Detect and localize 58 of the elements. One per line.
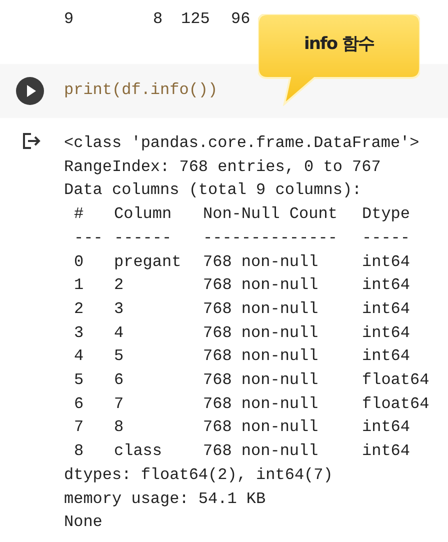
output-icon [22, 132, 42, 150]
table-cell-text: int64 [362, 346, 412, 368]
table-cell-text: 6 [74, 394, 85, 415]
output-line: memory usage: 54.1 KB [64, 488, 267, 510]
table-cell-text: 8 [153, 9, 164, 30]
table-cell-text: float64 [362, 394, 430, 415]
table-cell-text: 2 [74, 298, 85, 320]
table-cell-text: 0 [74, 252, 85, 273]
table-cell-text: 9 [64, 9, 75, 30]
table-cell-text: 7 [74, 417, 85, 438]
table-cell-text: int64 [362, 417, 412, 438]
run-icon[interactable] [16, 77, 44, 105]
table-cell-text: 768 non-null [203, 252, 320, 273]
separator-dashes: ------ [114, 228, 173, 249]
separator-dashes: --- [74, 228, 104, 249]
table-cell-text: 5 [74, 370, 85, 392]
table-cell-text: float64 [362, 370, 430, 392]
output-line: <class 'pandas.core.frame.DataFrame'> [64, 133, 420, 154]
table-cell-text: int64 [362, 275, 412, 296]
column-header: # [74, 204, 85, 226]
table-cell-text: 768 non-null [203, 441, 320, 462]
table-cell-text: pregant [114, 252, 182, 273]
output-line: dtypes: float64(2), int64(7) [64, 464, 334, 486]
code-line[interactable]: print(df.info()) [64, 79, 218, 103]
table-cell-text: 768 non-null [203, 394, 320, 415]
output-line: Data columns (total 9 columns): [64, 180, 363, 202]
table-cell-text: 768 non-null [203, 346, 320, 368]
output-line: RangeIndex: 768 entries, 0 to 767 [64, 156, 382, 178]
column-header: Column [114, 204, 173, 226]
table-cell-text: 3 [114, 298, 125, 320]
table-cell-text: int64 [362, 252, 412, 273]
table-cell-text: 768 non-null [203, 370, 320, 392]
separator-dashes: ----- [362, 228, 412, 249]
table-cell-text: 1 [74, 275, 85, 296]
table-cell-text: int64 [362, 441, 412, 462]
table-cell-text: 7 [114, 394, 125, 415]
table-cell-text: 4 [74, 346, 85, 368]
column-header: Non-Null Count [203, 204, 338, 226]
table-cell-text: 8 [74, 441, 85, 462]
column-header: Dtype [362, 204, 412, 226]
table-cell-text: 125 [181, 9, 211, 30]
table-cell-text: 2 [114, 275, 125, 296]
table-cell-text: 6 [114, 370, 125, 392]
callout-text: info 함수 [303, 33, 375, 55]
table-cell-text: 3 [74, 322, 85, 344]
table-cell-text: class [114, 441, 164, 462]
table-cell-text: 768 non-null [203, 298, 320, 320]
table-cell-text: 8 [114, 417, 125, 438]
table-cell-text: int64 [362, 298, 412, 320]
table-cell-text: 768 non-null [203, 275, 320, 296]
table-cell-text: 768 non-null [203, 417, 320, 438]
table-cell-text: 768 non-null [203, 322, 320, 344]
separator-dashes: -------------- [203, 228, 338, 249]
output-line: None [64, 512, 104, 534]
table-cell-text: 5 [114, 346, 125, 368]
table-cell-text: 4 [114, 322, 125, 344]
table-cell-text: 96 [231, 9, 252, 30]
table-cell-text: int64 [362, 322, 412, 344]
